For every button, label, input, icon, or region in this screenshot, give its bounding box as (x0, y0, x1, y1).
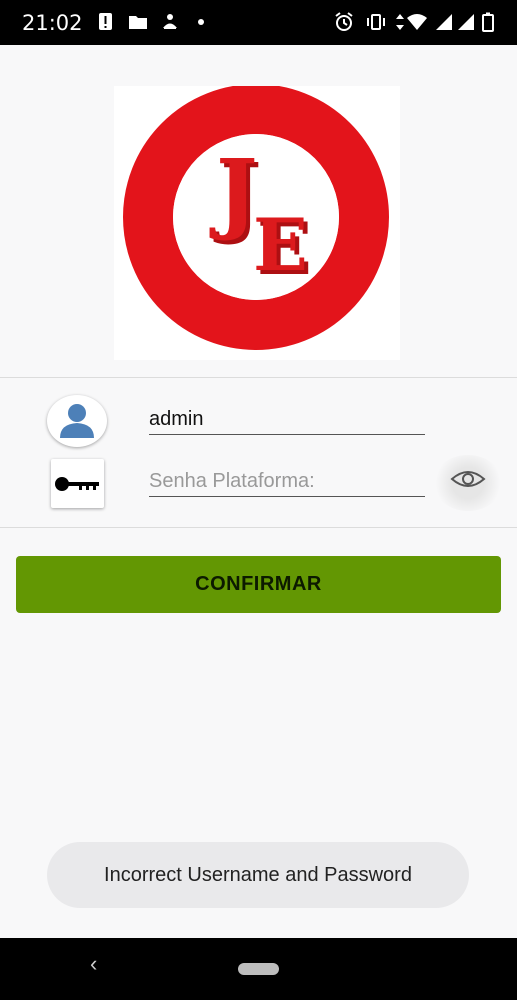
dot-icon (198, 19, 204, 25)
vibrate-icon (367, 14, 385, 30)
alert-icon (99, 13, 112, 30)
data-icon (396, 14, 404, 30)
battery-icon (482, 12, 494, 32)
user-icon (60, 404, 94, 438)
user-avatar (47, 395, 107, 447)
key-badge (51, 459, 104, 508)
confirm-button[interactable]: CONFIRMAR (16, 556, 501, 613)
je-logo-image: J J E E (123, 84, 389, 350)
eye-icon (450, 471, 486, 487)
error-toast: Incorrect Username and Password (47, 842, 469, 908)
home-pill-icon[interactable] (238, 963, 279, 975)
signal-icon (436, 14, 452, 30)
folder-icon (129, 16, 147, 29)
divider-top (0, 377, 517, 378)
username-field[interactable]: admin (149, 404, 425, 435)
divider-bottom (0, 527, 517, 528)
wifi-icon (407, 14, 427, 30)
alarm-icon (335, 12, 353, 31)
signal-icon (458, 14, 474, 30)
toggle-password-visibility[interactable] (433, 455, 503, 511)
app-logo: J J E E (114, 84, 400, 360)
key-icon (55, 477, 99, 491)
status-time: 21:02 (22, 11, 83, 35)
status-bar: 21:02 (0, 0, 517, 45)
logo-letter-j: J (209, 139, 258, 243)
password-field[interactable]: Senha Plataforma: (149, 466, 425, 497)
logo-letter-e: E (253, 202, 308, 287)
app-icon (163, 14, 177, 29)
back-icon[interactable]: ‹ (90, 951, 97, 977)
